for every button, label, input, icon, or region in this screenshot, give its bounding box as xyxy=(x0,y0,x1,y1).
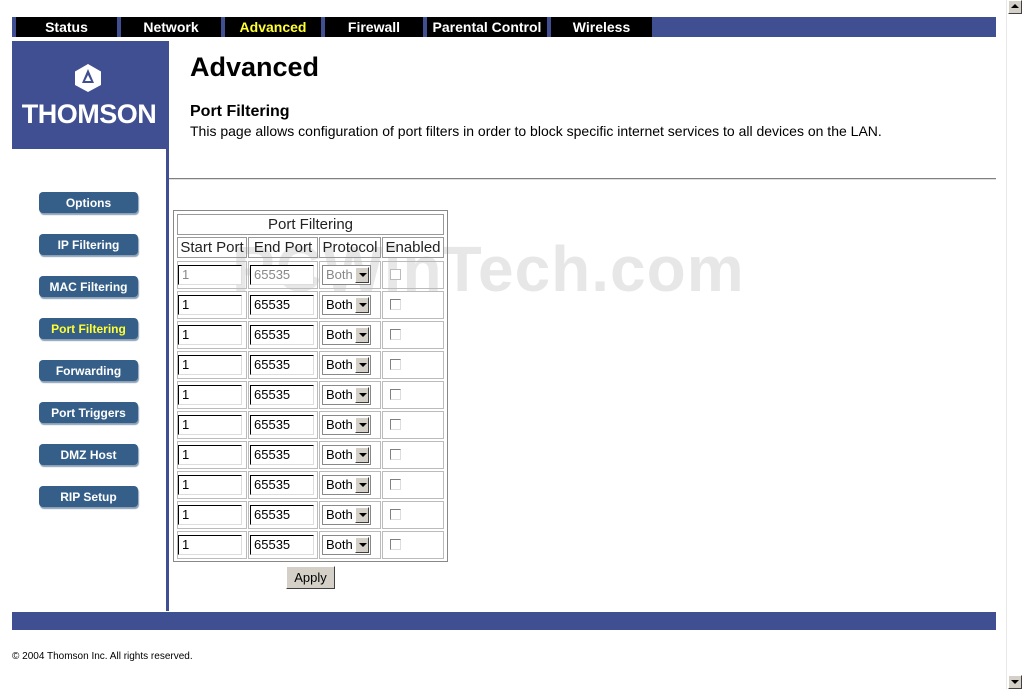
protocol-select[interactable]: Both xyxy=(322,295,371,315)
sidebar-item-port-triggers[interactable]: Port Triggers xyxy=(39,402,138,423)
dropdown-arrow-icon[interactable] xyxy=(355,537,369,553)
sidebar-item-dmz-host[interactable]: DMZ Host xyxy=(39,444,138,465)
enabled-checkbox[interactable] xyxy=(390,329,401,340)
end-port-input[interactable]: 65535 xyxy=(250,325,314,345)
end-port-input[interactable]: 65535 xyxy=(250,445,314,465)
enabled-checkbox[interactable] xyxy=(390,539,401,550)
dropdown-arrow-icon[interactable] xyxy=(355,357,369,373)
enabled-checkbox[interactable] xyxy=(390,419,401,430)
tab-advanced[interactable]: Advanced xyxy=(225,17,321,37)
protocol-value: Both xyxy=(326,357,353,372)
start-port-input[interactable]: 1 xyxy=(178,385,242,405)
top-nav: Status Network Advanced Firewall Parental Co… xyxy=(12,17,996,37)
tab-status[interactable]: Status xyxy=(16,17,117,37)
enabled-checkbox[interactable] xyxy=(390,269,401,280)
protocol-value: Both xyxy=(326,477,353,492)
page-title: Advanced xyxy=(190,52,320,82)
footer-bar xyxy=(12,612,996,630)
sidebar-item-mac-filtering[interactable]: MAC Filtering xyxy=(39,276,138,297)
enabled-checkbox[interactable] xyxy=(390,449,401,460)
protocol-value: Both xyxy=(326,297,353,312)
dropdown-arrow-icon[interactable] xyxy=(355,387,369,403)
end-port-input[interactable]: 65535 xyxy=(250,385,314,405)
sidebar-item-options[interactable]: Options xyxy=(39,192,138,213)
port-filtering-table: Port Filtering Start Port End Port Protoco… xyxy=(173,210,448,562)
sidebar-item-rip-setup[interactable]: RIP Setup xyxy=(39,486,138,507)
end-port-input[interactable]: 65535 xyxy=(250,505,314,525)
start-port-input[interactable]: 1 xyxy=(178,295,242,315)
enabled-checkbox[interactable] xyxy=(390,299,401,310)
vertical-scrollbar[interactable] xyxy=(1006,0,1022,689)
protocol-value: Both xyxy=(326,327,353,342)
scroll-down-icon[interactable] xyxy=(1008,675,1022,689)
column-header: Protocol xyxy=(319,237,381,258)
protocol-value: Both xyxy=(326,537,353,552)
protocol-select[interactable]: Both xyxy=(322,505,371,525)
protocol-select[interactable]: Both xyxy=(322,385,371,405)
start-port-input[interactable]: 1 xyxy=(178,445,242,465)
protocol-select[interactable]: Both xyxy=(322,535,371,555)
column-header: Start Port xyxy=(177,237,247,258)
sidebar-item-ip-filtering[interactable]: IP Filtering xyxy=(39,234,138,255)
start-port-input[interactable]: 1 xyxy=(178,415,242,435)
end-port-input[interactable]: 65535 xyxy=(250,265,314,285)
protocol-select[interactable]: Both xyxy=(322,445,371,465)
thomson-brand-text: THOMSON xyxy=(21,99,157,129)
column-header: Enabled xyxy=(382,237,444,258)
protocol-select[interactable]: Both xyxy=(322,355,371,375)
start-port-input[interactable]: 1 xyxy=(178,265,242,285)
protocol-select[interactable]: Both xyxy=(322,475,371,495)
end-port-input[interactable]: 65535 xyxy=(250,415,314,435)
apply-button[interactable]: Apply xyxy=(286,566,335,589)
table-title: Port Filtering xyxy=(177,214,444,235)
tab-parental-control[interactable]: Parental Control xyxy=(427,17,547,37)
tab-firewall[interactable]: Firewall xyxy=(325,17,423,37)
dropdown-arrow-icon[interactable] xyxy=(355,267,369,283)
enabled-checkbox[interactable] xyxy=(390,479,401,490)
protocol-value: Both xyxy=(326,447,353,462)
tab-network[interactable]: Network xyxy=(121,17,221,37)
sidebar-divider xyxy=(166,41,169,611)
dropdown-arrow-icon[interactable] xyxy=(355,447,369,463)
column-header: End Port xyxy=(248,237,318,258)
end-port-input[interactable]: 65535 xyxy=(250,535,314,555)
dropdown-arrow-icon[interactable] xyxy=(355,297,369,313)
thomson-logo-icon xyxy=(75,64,101,92)
enabled-checkbox[interactable] xyxy=(390,389,401,400)
protocol-value: Both xyxy=(326,507,353,522)
protocol-value: Both xyxy=(326,387,353,402)
sidebar-item-forwarding[interactable]: Forwarding xyxy=(39,360,138,381)
start-port-input[interactable]: 1 xyxy=(178,355,242,375)
protocol-select[interactable]: Both xyxy=(322,325,371,345)
enabled-checkbox[interactable] xyxy=(390,359,401,370)
enabled-checkbox[interactable] xyxy=(390,509,401,520)
start-port-input[interactable]: 1 xyxy=(178,505,242,525)
protocol-value: Both xyxy=(326,417,353,432)
start-port-input[interactable]: 1 xyxy=(178,535,242,555)
end-port-input[interactable]: 65535 xyxy=(250,295,314,315)
dropdown-arrow-icon[interactable] xyxy=(355,507,369,523)
scroll-up-icon[interactable] xyxy=(1008,0,1022,14)
protocol-value: Both xyxy=(326,267,353,282)
page-description: This page allows configuration of port f… xyxy=(190,123,882,139)
end-port-input[interactable]: 65535 xyxy=(250,475,314,495)
dropdown-arrow-icon[interactable] xyxy=(355,327,369,343)
start-port-input[interactable]: 1 xyxy=(178,325,242,345)
start-port-input[interactable]: 1 xyxy=(178,475,242,495)
dropdown-arrow-icon[interactable] xyxy=(355,417,369,433)
protocol-select[interactable]: Both xyxy=(322,265,371,285)
copyright-text: © 2004 Thomson Inc. All rights reserved. xyxy=(12,651,193,662)
sidebar-item-port-filtering[interactable]: Port Filtering xyxy=(39,318,138,339)
dropdown-arrow-icon[interactable] xyxy=(355,477,369,493)
tab-wireless[interactable]: Wireless xyxy=(551,17,652,37)
section-title: Port Filtering xyxy=(190,103,290,120)
thomson-logo: THOMSON xyxy=(12,41,166,149)
protocol-select[interactable]: Both xyxy=(322,415,371,435)
header-divider xyxy=(169,178,996,180)
end-port-input[interactable]: 65535 xyxy=(250,355,314,375)
